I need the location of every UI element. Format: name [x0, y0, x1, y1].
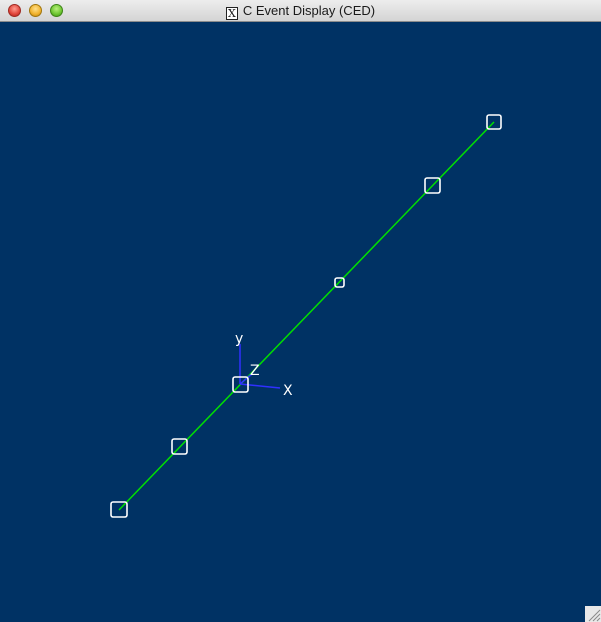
resize-grip[interactable] — [585, 606, 601, 622]
event-display-scene[interactable]: y Z X — [0, 22, 601, 622]
resize-grip-icon — [588, 609, 601, 622]
ced-window: X C Event Display (CED) y Z X — [0, 0, 601, 622]
x11-app-icon: X — [225, 7, 238, 20]
y-axis-label: y — [235, 331, 243, 347]
event-display-viewport[interactable]: y Z X — [0, 22, 601, 622]
window-title-area: X C Event Display (CED) — [0, 3, 601, 20]
x-axis-line — [239, 383, 281, 389]
window-title: C Event Display (CED) — [242, 3, 376, 18]
x-axis-label: X — [283, 383, 293, 399]
title-bar[interactable]: X C Event Display (CED) — [0, 0, 601, 22]
z-axis-label: Z — [250, 363, 260, 379]
coordinate-axes: y Z X — [235, 331, 293, 399]
particle-track — [118, 121, 495, 511]
